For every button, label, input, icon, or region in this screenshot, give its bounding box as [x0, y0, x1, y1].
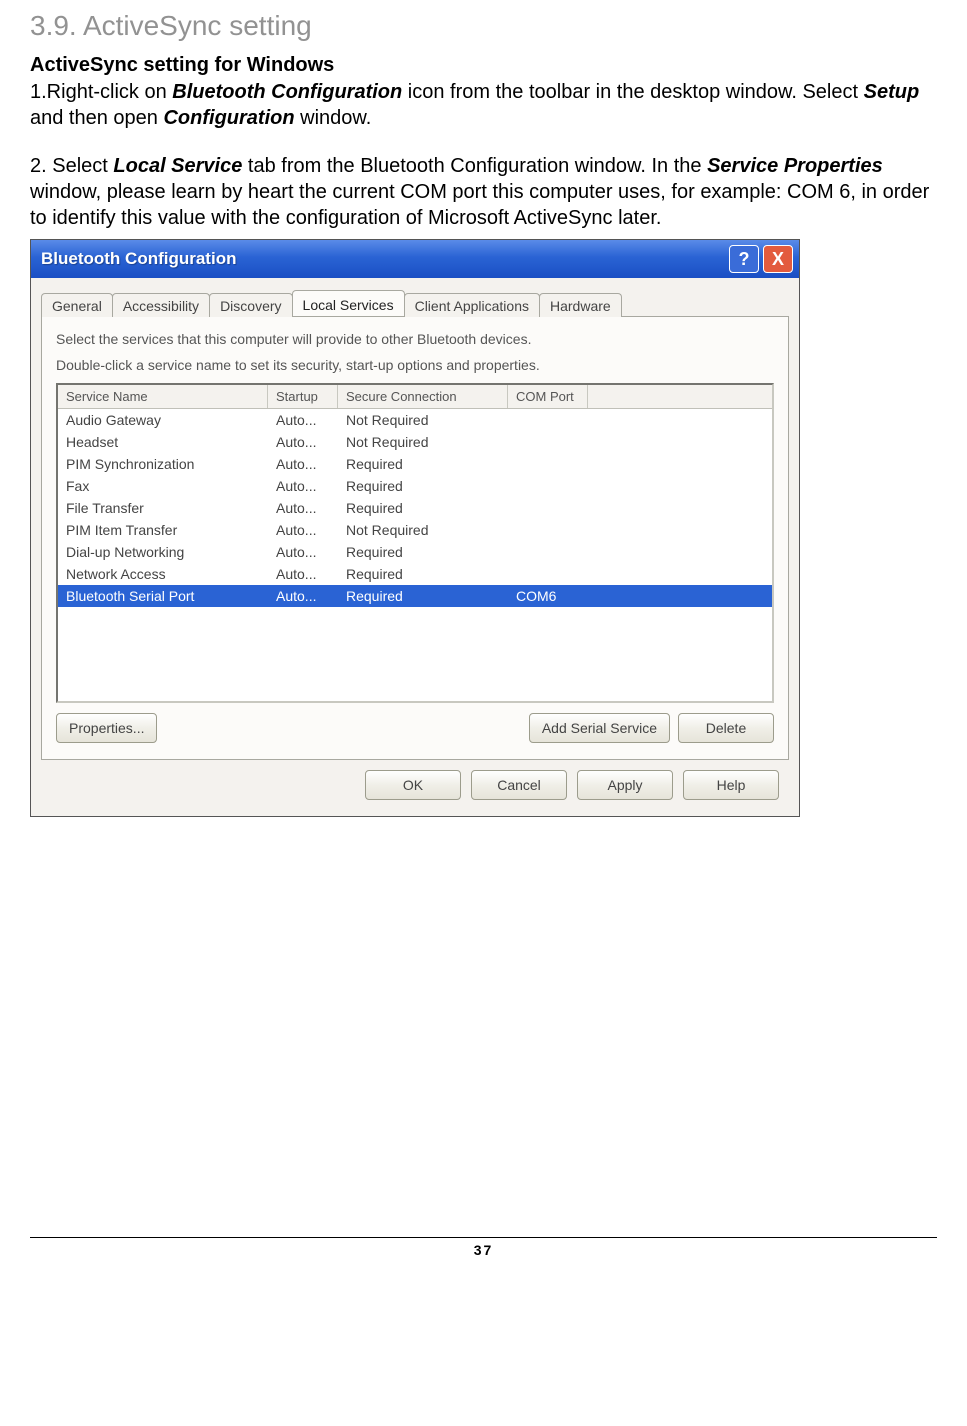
dialog-footer: OK Cancel Apply Help — [41, 760, 789, 804]
cell-secure: Required — [338, 454, 508, 474]
cell-secure: Required — [338, 586, 508, 606]
column-service-name[interactable]: Service Name — [58, 385, 268, 408]
step2-suffix: window, please learn by heart the curren… — [30, 181, 929, 229]
cell-secure: Not Required — [338, 432, 508, 452]
column-com-port[interactable]: COM Port — [508, 385, 588, 408]
cell-startup: Auto... — [268, 454, 338, 474]
cell-com — [508, 454, 588, 474]
dialog-title: Bluetooth Configuration — [37, 249, 729, 269]
cell-secure: Not Required — [338, 520, 508, 540]
page-number: 37 — [30, 1237, 937, 1258]
help-button[interactable]: Help — [683, 770, 779, 800]
cell-name: Dial-up Networking — [58, 542, 268, 562]
dialog-titlebar: Bluetooth Configuration ? X — [31, 240, 799, 278]
column-secure-connection[interactable]: Secure Connection — [338, 385, 508, 408]
cell-secure: Required — [338, 542, 508, 562]
table-row[interactable]: FaxAuto...Required — [58, 475, 772, 497]
cell-startup: Auto... — [268, 498, 338, 518]
services-listview[interactable]: Service Name Startup Secure Connection C… — [56, 383, 774, 703]
tab-general[interactable]: General — [41, 293, 113, 317]
subheading: ActiveSync setting for Windows — [30, 54, 937, 77]
table-row[interactable]: PIM SynchronizationAuto...Required — [58, 453, 772, 475]
cell-secure: Required — [338, 498, 508, 518]
cell-name: Audio Gateway — [58, 410, 268, 430]
table-row[interactable]: PIM Item TransferAuto...Not Required — [58, 519, 772, 541]
tab-accessibility[interactable]: Accessibility — [112, 293, 210, 317]
tab-panel-local-services: Select the services that this computer w… — [41, 316, 789, 760]
close-icon[interactable]: X — [763, 245, 793, 273]
step1-prefix: 1.Right-click on — [30, 81, 172, 103]
cell-startup: Auto... — [268, 564, 338, 584]
cell-name: Network Access — [58, 564, 268, 584]
listview-header: Service Name Startup Secure Connection C… — [58, 385, 772, 409]
cell-name: PIM Item Transfer — [58, 520, 268, 540]
step-2-text: 2. Select Local Service tab from the Blu… — [30, 153, 937, 231]
step1-suffix: window. — [295, 107, 372, 129]
cancel-button[interactable]: Cancel — [471, 770, 567, 800]
cell-secure: Not Required — [338, 410, 508, 430]
table-row[interactable]: Bluetooth Serial PortAuto...RequiredCOM6 — [58, 585, 772, 607]
cell-startup: Auto... — [268, 542, 338, 562]
term-local-service: Local Service — [113, 155, 242, 177]
term-setup: Setup — [864, 81, 920, 103]
cell-startup: Auto... — [268, 432, 338, 452]
dialog-body: General Accessibility Discovery Local Se… — [31, 278, 799, 816]
cell-secure: Required — [338, 564, 508, 584]
cell-startup: Auto... — [268, 476, 338, 496]
cell-com — [508, 498, 588, 518]
tabstrip: General Accessibility Discovery Local Se… — [41, 288, 789, 316]
tab-discovery[interactable]: Discovery — [209, 293, 292, 317]
properties-button[interactable]: Properties... — [56, 713, 157, 743]
cell-name: File Transfer — [58, 498, 268, 518]
cell-name: PIM Synchronization — [58, 454, 268, 474]
table-row[interactable]: File TransferAuto...Required — [58, 497, 772, 519]
apply-button[interactable]: Apply — [577, 770, 673, 800]
step2-prefix: 2. Select — [30, 155, 113, 177]
step1-mid2: and then open — [30, 107, 163, 129]
cell-name: Headset — [58, 432, 268, 452]
cell-startup: Auto... — [268, 586, 338, 606]
cell-name: Fax — [58, 476, 268, 496]
tab-hardware[interactable]: Hardware — [539, 293, 622, 317]
step2-mid1: tab from the Bluetooth Configuration win… — [242, 155, 707, 177]
tab-local-services[interactable]: Local Services — [292, 290, 405, 316]
cell-startup: Auto... — [268, 520, 338, 540]
table-row[interactable]: Network AccessAuto...Required — [58, 563, 772, 585]
table-row[interactable]: Dial-up NetworkingAuto...Required — [58, 541, 772, 563]
section-heading: 3.9. ActiveSync setting — [30, 10, 937, 42]
cell-com — [508, 564, 588, 584]
cell-com — [508, 520, 588, 540]
step1-mid1: icon from the toolbar in the desktop win… — [402, 81, 863, 103]
cell-com — [508, 542, 588, 562]
delete-button[interactable]: Delete — [678, 713, 774, 743]
cell-com — [508, 410, 588, 430]
panel-description-2: Double-click a service name to set its s… — [56, 357, 774, 373]
cell-secure: Required — [338, 476, 508, 496]
panel-description-1: Select the services that this computer w… — [56, 331, 774, 347]
term-configuration: Configuration — [163, 107, 294, 129]
step-1-text: 1.Right-click on Bluetooth Configuration… — [30, 79, 937, 131]
cell-name: Bluetooth Serial Port — [58, 586, 268, 606]
add-serial-service-button[interactable]: Add Serial Service — [529, 713, 670, 743]
column-startup[interactable]: Startup — [268, 385, 338, 408]
cell-com — [508, 432, 588, 452]
cell-startup: Auto... — [268, 410, 338, 430]
cell-com — [508, 476, 588, 496]
tab-client-applications[interactable]: Client Applications — [404, 293, 540, 317]
cell-com: COM6 — [508, 586, 588, 606]
table-row[interactable]: HeadsetAuto...Not Required — [58, 431, 772, 453]
table-row[interactable]: Audio GatewayAuto...Not Required — [58, 409, 772, 431]
term-bluetooth-configuration: Bluetooth Configuration — [172, 81, 402, 103]
term-service-properties: Service Properties — [707, 155, 883, 177]
panel-button-row: Properties... Add Serial Service Delete — [56, 713, 774, 743]
bluetooth-configuration-dialog: Bluetooth Configuration ? X General Acce… — [30, 239, 800, 817]
help-icon[interactable]: ? — [729, 245, 759, 273]
ok-button[interactable]: OK — [365, 770, 461, 800]
